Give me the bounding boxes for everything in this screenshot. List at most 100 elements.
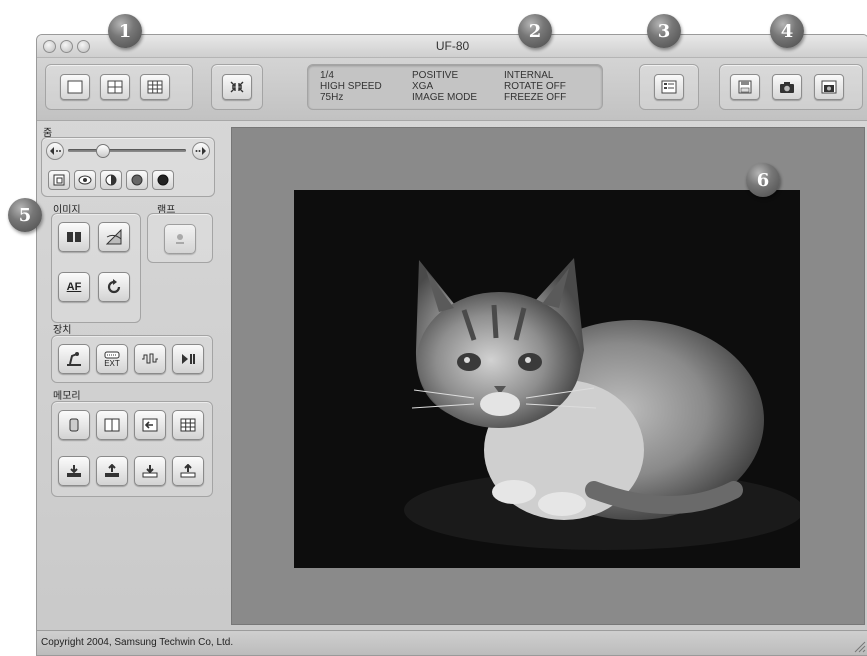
device-section-label: 장치 (53, 325, 72, 336)
compress-arrows-icon (230, 81, 244, 93)
status-text: POSITIVE (412, 70, 459, 81)
upload-file-button[interactable] (172, 456, 204, 486)
camera-icon (780, 82, 794, 93)
control-sidebar: 줌 이미지 AF 램프 장치 EXT 메모리 (37, 121, 217, 621)
split-view-button[interactable] (100, 74, 130, 100)
af-label: AF (66, 281, 82, 293)
layout-button-group (45, 64, 193, 110)
zoom-panel (41, 137, 215, 197)
save-button[interactable] (730, 74, 760, 100)
status-text: FREEZE OFF (504, 92, 567, 103)
status-text: HIGH SPEED (320, 81, 382, 92)
toolbar: 1/4 HIGH SPEED 75Hz POSITIVE XGA IMAGE M… (37, 58, 867, 121)
brightness-down-button[interactable] (126, 170, 148, 190)
callout-6: 6 (746, 163, 780, 197)
curve-adjust-icon (106, 229, 122, 245)
memory-section-label: 메모리 (53, 391, 81, 402)
upload-tray-icon (105, 464, 119, 477)
floppy-disk-icon (738, 80, 752, 94)
memory-grid-button[interactable] (172, 410, 204, 440)
dark-circle-icon (131, 174, 143, 186)
settings-button[interactable] (654, 74, 684, 100)
device-panel: EXT (51, 335, 213, 383)
status-text: 75Hz (320, 92, 344, 103)
eye-icon (78, 175, 92, 185)
fit-button-group (211, 64, 263, 110)
resize-grip-icon[interactable] (852, 639, 866, 653)
single-view-icon (67, 80, 83, 94)
callout-4: 4 (770, 14, 804, 48)
capture-button[interactable] (772, 74, 802, 100)
import-frame-icon (142, 418, 158, 432)
camera-frame-icon (821, 80, 837, 94)
keyboard-icon (104, 351, 120, 358)
grid-icon (180, 418, 196, 432)
two-panel-icon (104, 418, 120, 432)
lamp-icon (176, 234, 184, 244)
zoom-slider-thumb[interactable] (96, 144, 110, 158)
callout-2: 2 (518, 14, 552, 48)
external-input-button[interactable]: EXT (96, 344, 128, 374)
adjust-curve-button[interactable] (98, 222, 130, 252)
status-text: XGA (412, 81, 434, 92)
title-bar: UF-80 (37, 35, 867, 58)
camera-arm-button[interactable] (58, 344, 90, 374)
waveform-icon (142, 353, 158, 364)
copyright-text: Copyright 2004, Samsung Techwin Co, Ltd. (41, 637, 234, 648)
settings-panel-icon (661, 80, 677, 94)
status-text: INTERNAL (504, 70, 554, 81)
camera-arm-icon (67, 352, 81, 366)
lamp-panel (147, 213, 213, 263)
callout-3: 3 (647, 14, 681, 48)
contrast-button[interactable] (100, 170, 122, 190)
zoom-out-button[interactable] (46, 142, 64, 160)
image-preview-area[interactable] (231, 127, 865, 625)
cylinder-icon (69, 418, 79, 432)
ext-label: EXT (104, 358, 120, 368)
zoom-slider-track[interactable] (68, 149, 186, 152)
autofocus-button[interactable]: AF (58, 272, 90, 302)
memory-card-button[interactable] (58, 410, 90, 440)
window-title: UF-80 (435, 39, 470, 53)
grid-view-icon (147, 80, 163, 94)
memory-panel (51, 401, 213, 497)
capture-window-button[interactable] (814, 74, 844, 100)
signal-button[interactable] (134, 344, 166, 374)
quad-view-icon (107, 80, 123, 94)
status-text: IMAGE MODE (412, 92, 478, 103)
download-file-button[interactable] (134, 456, 166, 486)
callout-1: 1 (108, 14, 142, 48)
download-outline-icon (142, 465, 158, 478)
recall-button[interactable] (134, 410, 166, 440)
frame-icon (53, 174, 65, 186)
zoom-out-arrow-icon (50, 147, 61, 155)
status-text: ROTATE OFF (504, 81, 566, 92)
mirror-image-button[interactable] (58, 222, 90, 252)
kitten-image (294, 190, 800, 568)
rotate-icon (107, 279, 121, 294)
download-tray-icon (67, 465, 81, 477)
image-panel: AF (51, 213, 141, 323)
zoom-in-button[interactable] (192, 142, 210, 160)
zoom-fit-button[interactable] (48, 170, 70, 190)
compare-view-button[interactable] (96, 410, 128, 440)
fit-screen-button[interactable] (222, 74, 252, 100)
focus-view-button[interactable] (74, 170, 96, 190)
brightness-up-button[interactable] (152, 170, 174, 190)
rotate-button[interactable] (98, 272, 130, 302)
single-view-button[interactable] (60, 74, 90, 100)
contrast-icon (105, 174, 117, 186)
lamp-button[interactable] (164, 224, 196, 254)
settings-button-group (639, 64, 699, 110)
split-bars-icon (67, 232, 81, 242)
app-window: UF-80 1/4 HIGH SPEED 75Hz POSITIVE XGA I… (36, 34, 867, 656)
black-circle-icon (157, 174, 169, 186)
upload-outline-icon (180, 464, 196, 478)
upload-memory-button[interactable] (96, 456, 128, 486)
play-pause-button[interactable] (172, 344, 204, 374)
callout-5: 5 (8, 198, 42, 232)
status-text: 1/4 (320, 70, 334, 81)
kitten-photo (294, 190, 800, 568)
grid-view-button[interactable] (140, 74, 170, 100)
download-memory-button[interactable] (58, 456, 90, 486)
